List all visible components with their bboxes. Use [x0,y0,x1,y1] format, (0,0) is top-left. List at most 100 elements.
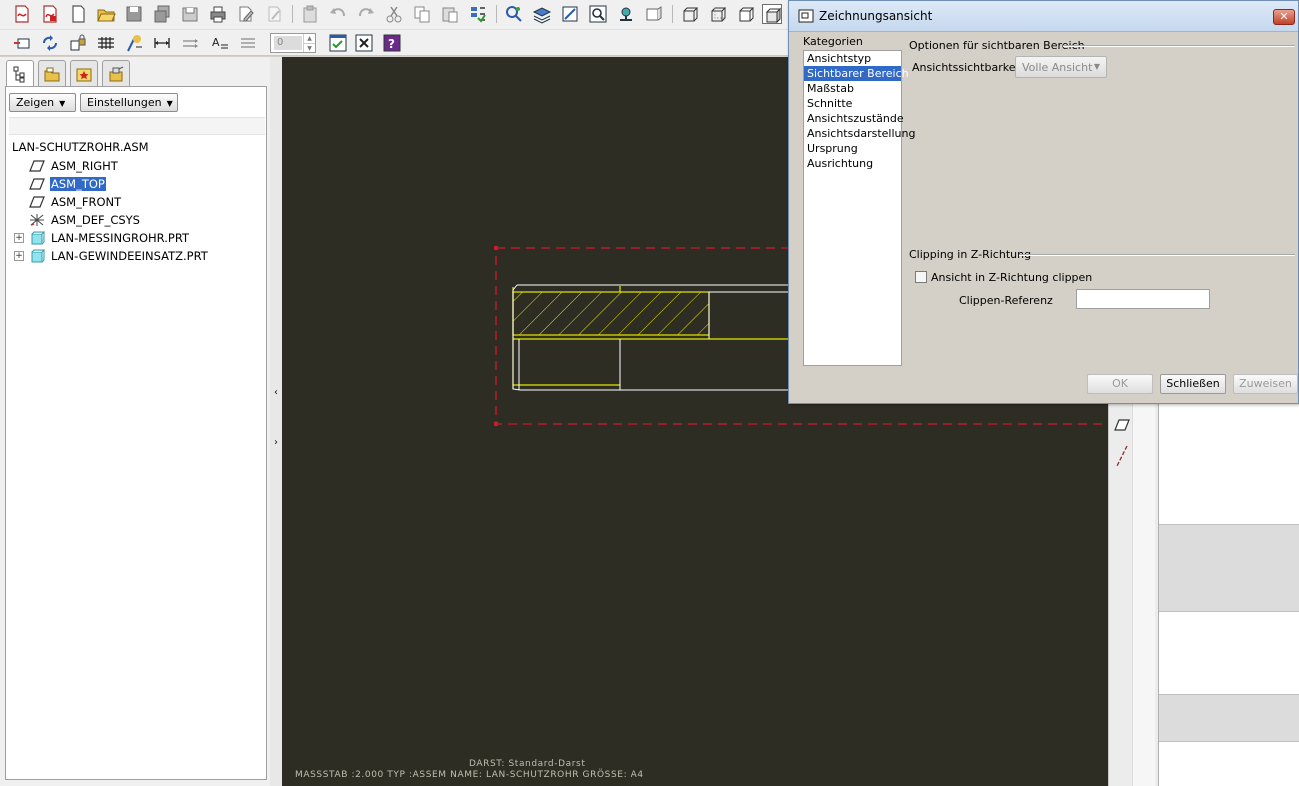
tree-item[interactable]: + LAN-MESSINGROHR.PRT [14,229,190,246]
saved-views-icon[interactable] [616,4,636,24]
tree-item[interactable]: ASM_RIGHT [14,157,119,174]
tab-folder-browser[interactable] [38,60,66,86]
category-item[interactable]: Ansichtstyp [804,51,901,66]
caret-down-icon: ▼ [1093,62,1100,71]
ordinate-dimension-icon[interactable] [180,33,200,53]
category-item[interactable]: Ursprung [804,141,901,156]
settings-dropdown[interactable]: Einstellungen ▼ [80,93,178,112]
move-view-icon[interactable] [40,33,60,53]
insert-view-icon[interactable] [12,33,32,53]
category-item[interactable]: Schnitte [804,96,901,111]
layers-icon[interactable] [532,4,552,24]
dialog-title: Zeichnungsansicht [819,9,933,23]
category-item[interactable]: Ansichtszustände [804,111,904,126]
orient-icon[interactable] [644,4,664,24]
show-annotations-icon[interactable] [124,33,144,53]
table-icon[interactable] [96,33,116,53]
new-drawing-icon[interactable] [12,4,32,24]
tab-favorites[interactable] [70,60,98,86]
backup-icon[interactable] [180,4,200,24]
dialog-titlebar[interactable]: Zeichnungsansicht ✕ [789,1,1298,32]
regenerate-icon[interactable] [468,4,488,24]
category-item[interactable]: Sichtbarer Bereich [804,66,909,81]
edit-icon[interactable] [236,4,256,24]
lock-view-icon[interactable] [68,33,88,53]
cut-icon[interactable] [384,4,404,24]
svg-text:A: A [212,36,220,49]
redo-icon[interactable] [356,4,376,24]
tree-filter-bar [9,117,265,135]
expand-right-icon[interactable]: › [272,437,280,448]
close-icon: ✕ [1279,10,1289,23]
tree-item-label: LAN-MESSINGROHR.PRT [51,230,190,245]
undo-icon[interactable] [328,4,348,24]
open-folder-icon[interactable] [96,4,116,24]
spinner-down-icon[interactable]: ▼ [303,43,315,52]
save-icon[interactable] [124,4,144,24]
close-button[interactable]: Schließen [1160,374,1226,394]
show-dropdown-label: Zeigen [16,96,55,109]
view-handle[interactable] [494,422,498,426]
tree-item-label: ASM_FRONT [51,194,122,209]
categories-label: Kategorien [803,35,863,48]
clip-view-checkbox[interactable] [915,271,927,283]
category-item[interactable]: Maßstab [804,81,901,96]
dialog-close-button[interactable]: ✕ [1273,9,1295,25]
wireframe-icon[interactable] [680,4,700,24]
shading-icon[interactable] [762,4,782,24]
note-icon[interactable]: A [210,33,230,53]
copy-icon[interactable] [412,4,432,24]
dimension-icon[interactable] [152,33,172,53]
show-dropdown[interactable]: Zeigen ▼ [9,93,76,112]
value-spinner[interactable]: 0 ▲ ▼ [270,33,316,53]
clip-view-label[interactable]: Ansicht in Z-Richtung clippen [931,271,1092,284]
datum-axis-icon[interactable] [1115,444,1129,468]
cancel-icon[interactable] [354,33,374,53]
zoom-icon[interactable] [588,4,608,24]
repaint-icon[interactable] [504,4,524,24]
view-handle[interactable] [494,246,498,250]
svg-text:?: ? [388,37,395,51]
categories-list[interactable]: Ansichtstyp Sichtbarer Bereich Maßstab S… [803,50,915,366]
help-icon[interactable]: ? [382,33,402,53]
save-copy-icon[interactable] [152,4,172,24]
tab-model-tree[interactable] [6,60,34,88]
datum-plane-icon[interactable] [1113,418,1131,432]
apply-button[interactable]: Zuweisen [1233,374,1298,394]
expand-icon[interactable]: + [14,250,24,261]
visibility-value: Volle Ansicht [1022,61,1093,74]
disabled-icon[interactable] [264,4,284,24]
expand-icon[interactable]: + [14,232,24,243]
caret-down-icon: ▼ [59,99,66,108]
clip-reference-field[interactable] [1076,289,1210,309]
category-item[interactable]: Ausrichtung [804,156,901,171]
new-file-icon[interactable] [68,4,88,24]
paste-special-icon[interactable] [440,4,460,24]
section-hatch[interactable] [512,291,710,336]
collapse-left-icon[interactable]: ‹ [272,387,280,398]
panel-splitter[interactable]: ‹ › [270,57,282,786]
caret-down-icon: ▼ [166,99,173,108]
tree-item-label: ASM_RIGHT [51,158,118,173]
view-icon[interactable] [560,4,580,24]
pdf-icon[interactable] [40,4,60,24]
category-item[interactable]: Ansichtsdarstellung [804,126,915,141]
format-icon[interactable] [238,33,258,53]
scroll-track[interactable] [1132,404,1155,786]
tree-item[interactable]: ASM_DEF_CSYS [14,211,141,228]
paste-icon[interactable] [300,4,320,24]
print-icon[interactable] [208,4,228,24]
no-hidden-icon[interactable] [736,4,756,24]
tree-item[interactable]: ASM_FRONT [14,193,122,210]
tree-item[interactable]: ASM_TOP [14,175,106,192]
accept-icon[interactable] [328,33,348,53]
spinner-value[interactable]: 0 [274,36,302,50]
hidden-line-icon[interactable] [708,4,728,24]
spinner-up-icon[interactable]: ▲ [303,34,315,43]
tree-root[interactable]: LAN-SCHUTZROHR.ASM [12,140,149,154]
tree-item[interactable]: + LAN-GEWINDEEINSATZ.PRT [14,247,209,264]
tab-connections[interactable] [102,60,130,86]
ok-button[interactable]: OK [1087,374,1153,394]
status-display-line: DARST: Standard-Darst [469,759,586,769]
visibility-dropdown[interactable]: Volle Ansicht ▼ [1015,56,1107,78]
